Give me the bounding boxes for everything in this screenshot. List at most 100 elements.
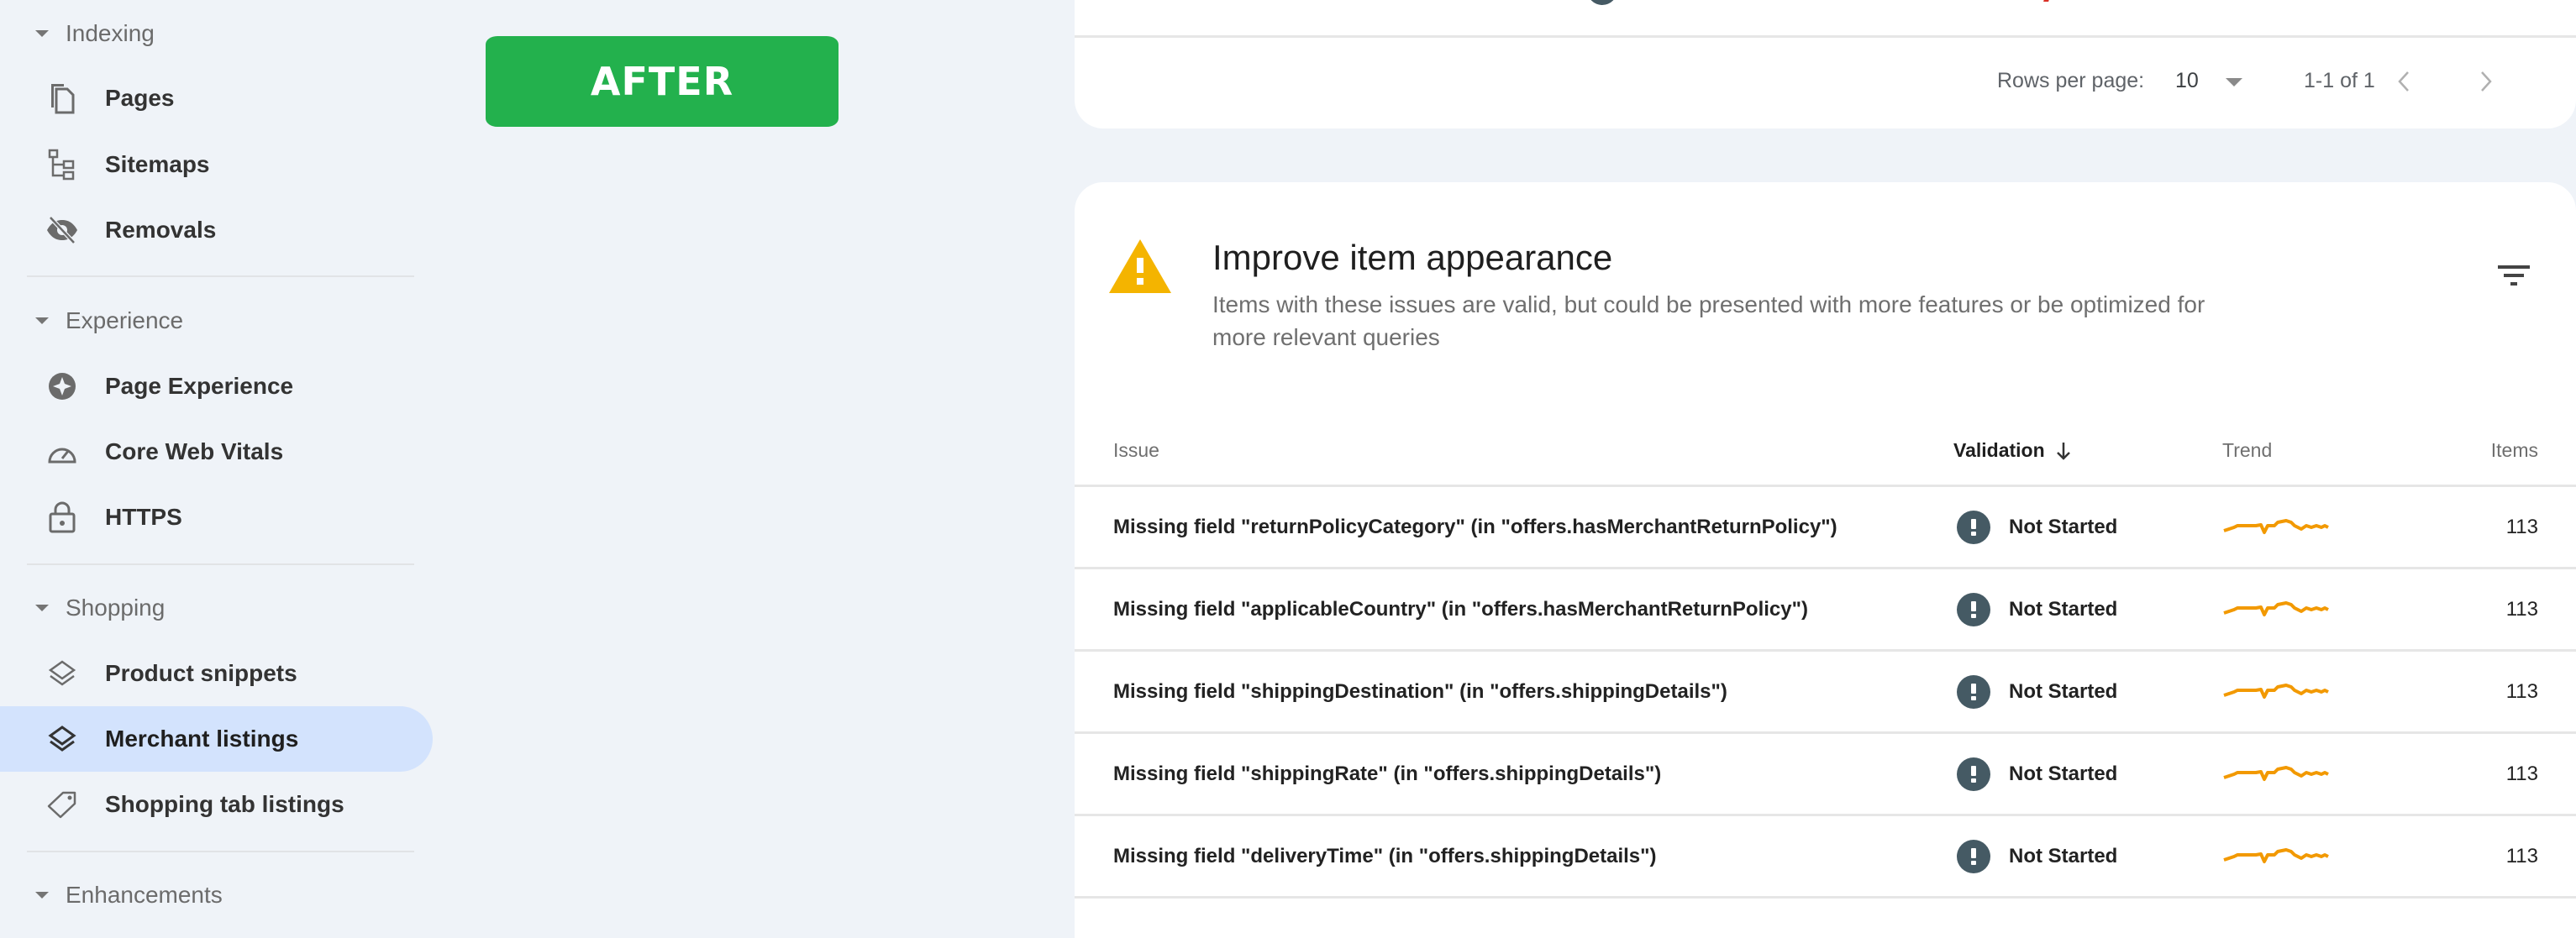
sort-arrow-down-icon (2056, 442, 2070, 460)
card-title: Improve item appearance (1212, 238, 1613, 277)
previous-issues-card: Rows per page: 10 1-1 of 1 (1075, 0, 2576, 128)
items-count: 113 (2505, 515, 2538, 538)
trend-sparkline (2222, 487, 2332, 567)
sidebar-item-https[interactable]: HTTPS (0, 485, 433, 550)
issues-table: Issue Validation Trend Items Missing fie… (1075, 407, 2576, 899)
chevron-left-icon (2398, 71, 2409, 92)
filter-button[interactable] (2494, 256, 2534, 296)
pagination: Rows per page: 10 1-1 of 1 (1075, 65, 2576, 98)
dropdown-caret-icon[interactable] (2226, 78, 2242, 86)
caret-down-icon (35, 317, 49, 324)
page-range: 1-1 of 1 (2304, 69, 2375, 92)
column-header-issue[interactable]: Issue (1113, 439, 1159, 462)
rows-per-page-select[interactable]: 10 (2175, 69, 2199, 93)
items-count: 113 (2505, 844, 2538, 867)
exclamation-icon (1957, 592, 1990, 626)
sidebar-item-core-web-vitals[interactable]: Core Web Vitals (0, 419, 433, 485)
table-row[interactable]: Missing field "applicableCountry" (in "o… (1075, 569, 2576, 652)
sidebar-item-shopping-tab-listings[interactable]: Shopping tab listings (0, 772, 433, 837)
lock-icon (45, 500, 79, 534)
validation-label: Not Started (2009, 679, 2118, 703)
sidebar-divider (27, 851, 414, 852)
sidebar-item-label: Page Experience (105, 373, 294, 399)
status-icon (1587, 0, 1617, 5)
layers-outline-icon (45, 657, 79, 690)
trend-sparkline (2222, 816, 2332, 896)
next-page-button[interactable] (2469, 65, 2503, 98)
sidebar-item-merchant-listings[interactable]: Merchant listings (0, 706, 433, 772)
table-row[interactable]: Missing field "shippingDestination" (in … (1075, 652, 2576, 734)
section-label: Shopping (66, 595, 166, 621)
caret-down-icon (35, 30, 49, 37)
sidebar-nav: Indexing Pages Sitemaps Removals Experie… (0, 0, 454, 908)
validation-label: Not Started (2009, 762, 2118, 785)
rows-per-page-label: Rows per page: (1997, 69, 2145, 92)
sidebar-item-label: Shopping tab listings (105, 791, 344, 817)
table-body: Missing field "returnPolicyCategory" (in… (1075, 487, 2576, 899)
after-badge: AFTER (486, 36, 839, 127)
validation-status: Not Started (1957, 569, 2117, 649)
column-header-trend: Trend (2222, 439, 2273, 461)
sidebar-item-removals[interactable]: Removals (0, 197, 433, 263)
sitemaps-icon (45, 148, 79, 181)
issue-name: Missing field "shippingDestination" (in … (1113, 679, 1727, 703)
page-experience-icon (45, 369, 79, 403)
sidebar-item-label: Product snippets (105, 660, 297, 686)
table-header: Issue Validation Trend Items (1075, 407, 2576, 487)
caret-down-icon (35, 605, 49, 611)
sidebar-item-sitemaps[interactable]: Sitemaps (0, 132, 433, 197)
sidebar-item-label: Pages (105, 85, 175, 111)
items-count: 113 (2505, 679, 2538, 703)
issue-name: Missing field "shippingRate" (in "offers… (1113, 762, 1662, 785)
sidebar-divider (27, 275, 414, 277)
speedometer-icon (45, 435, 79, 469)
column-header-validation[interactable]: Validation (1953, 439, 2072, 462)
trend-sparkline-fragment (2043, 0, 2052, 2)
validation-status: Not Started (1957, 816, 2117, 896)
exclamation-icon (1957, 510, 1990, 544)
exclamation-icon (1957, 757, 1990, 791)
sidebar-item-label: Removals (105, 217, 217, 243)
trend-sparkline (2222, 734, 2332, 814)
sidebar-item-product-snippets[interactable]: Product snippets (0, 641, 433, 706)
removals-icon (45, 213, 79, 247)
exclamation-icon (1957, 839, 1990, 873)
sidebar-item-label: Sitemaps (105, 151, 210, 177)
table-row[interactable]: Missing field "shippingRate" (in "offers… (1075, 734, 2576, 816)
trend-sparkline (2222, 652, 2332, 731)
validation-status: Not Started (1957, 487, 2117, 567)
issue-name: Missing field "deliveryTime" (in "offers… (1113, 844, 1657, 867)
previous-page-button[interactable] (2387, 65, 2421, 98)
section-label: Experience (66, 307, 184, 333)
sidebar-item-label: Core Web Vitals (105, 438, 284, 464)
table-row[interactable]: Missing field "deliveryTime" (in "offers… (1075, 816, 2576, 899)
section-label: Enhancements (66, 882, 223, 908)
improve-item-appearance-card: Improve item appearance Items with these… (1075, 182, 2576, 938)
table-row[interactable]: Missing field "returnPolicyCategory" (in… (1075, 487, 2576, 569)
sidebar-item-pages[interactable]: Pages (0, 66, 433, 131)
card-description: Items with these issues are valid, but c… (1212, 291, 2205, 350)
validation-label: Not Started (2009, 844, 2118, 867)
tag-icon (45, 788, 79, 821)
caret-down-icon (35, 892, 49, 899)
table-row-partial[interactable] (1075, 0, 2576, 7)
exclamation-icon (1957, 674, 1990, 709)
issue-name: Missing field "returnPolicyCategory" (in… (1113, 515, 1837, 538)
validation-label: Not Started (2009, 597, 2118, 621)
sidebar-item-label: HTTPS (105, 504, 182, 530)
filter-icon (2498, 265, 2530, 286)
sidebar-item-page-experience[interactable]: Page Experience (0, 354, 433, 419)
issue-name: Missing field "applicableCountry" (in "o… (1113, 597, 1808, 621)
warning-icon (1109, 239, 1171, 293)
validation-status: Not Started (1957, 652, 2117, 731)
column-header-items[interactable]: Items (2491, 439, 2538, 462)
table-divider (1075, 35, 2576, 38)
section-label: Indexing (66, 20, 155, 46)
trend-sparkline (2222, 569, 2332, 649)
validation-status: Not Started (1957, 734, 2117, 814)
sidebar-divider (27, 563, 414, 565)
validation-label: Not Started (2009, 515, 2118, 538)
items-count: 113 (2505, 762, 2538, 785)
pages-icon (45, 81, 79, 115)
chevron-right-icon (2481, 71, 2492, 92)
